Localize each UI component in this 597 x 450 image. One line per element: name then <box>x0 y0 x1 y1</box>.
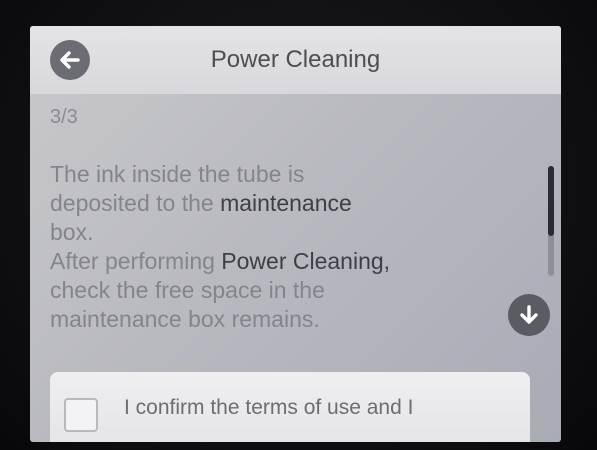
message-line: check the free space in the <box>50 277 325 303</box>
scrollbar-thumb[interactable] <box>548 166 554 236</box>
back-button[interactable] <box>50 40 90 80</box>
arrow-left-icon <box>60 51 80 69</box>
message-line: The ink inside the tube is <box>50 161 305 187</box>
message-line: After performing Power Cleaning, <box>50 248 391 274</box>
title-bar: Power Cleaning <box>30 26 561 94</box>
message-line: deposited to the maintenance <box>50 190 352 216</box>
page-title: Power Cleaning <box>210 46 381 73</box>
arrow-down-icon <box>520 305 538 324</box>
confirm-label: I confirm the terms of use and I <box>124 396 414 419</box>
lcd-screen: Power Cleaning 3/3 The ink inside the tu… <box>30 26 561 442</box>
instruction-text: The ink inside the tube is deposited to … <box>50 160 530 334</box>
confirm-terms-item[interactable]: I confirm the terms of use and I <box>50 372 530 442</box>
message-line: box. <box>50 219 94 245</box>
confirm-checkbox[interactable] <box>64 398 98 432</box>
step-indicator: 3/3 <box>50 106 78 128</box>
message-line: maintenance box remains. <box>50 306 320 332</box>
scroll-down-button[interactable] <box>508 294 550 336</box>
